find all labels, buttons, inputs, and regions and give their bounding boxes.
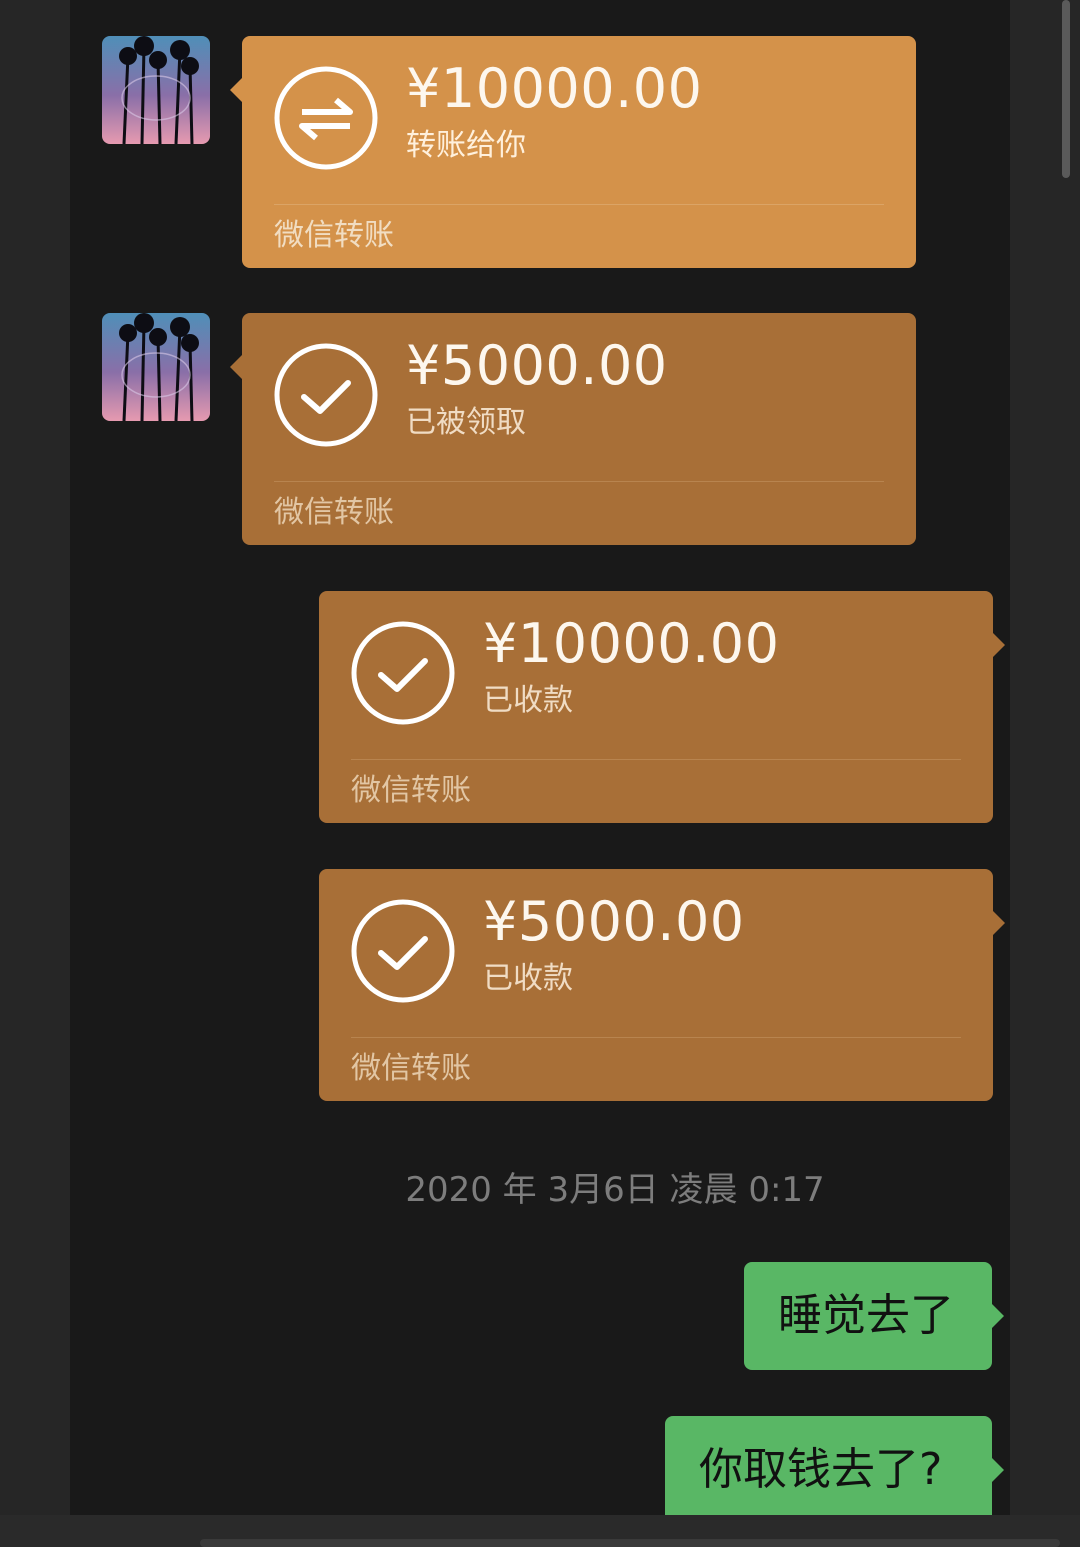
- transfer-card-outgoing[interactable]: ¥10000.00 已收款 微信转账: [319, 591, 1005, 823]
- transfer-status: 转账给你: [406, 128, 526, 163]
- message-text: 睡觉去了: [778, 1290, 954, 1341]
- bubble-tail: [230, 78, 242, 102]
- check-circle-icon: [351, 899, 455, 1003]
- avatar-image: [102, 313, 210, 421]
- bubble-tail: [230, 355, 242, 379]
- avatar-image: [102, 36, 210, 144]
- bottom-bar: [0, 1515, 1080, 1547]
- transfer-card-incoming[interactable]: ¥10000.00 转账给你 微信转账: [230, 36, 916, 268]
- check-circle-icon: [274, 343, 378, 447]
- transfer-amount: ¥5000.00: [406, 334, 668, 397]
- bubble-tail: [993, 911, 1005, 935]
- contact-avatar[interactable]: [102, 36, 210, 144]
- transfer-status: 已收款: [483, 961, 573, 996]
- bubble-tail: [992, 1458, 1004, 1482]
- transfer-card-incoming[interactable]: ¥5000.00 已被领取 微信转账: [230, 313, 916, 545]
- divider: [351, 759, 961, 760]
- transfer-footer: 微信转账: [351, 773, 471, 808]
- contact-avatar[interactable]: [102, 313, 210, 421]
- transfer-status: 已被领取: [406, 405, 526, 440]
- transfer-card-outgoing[interactable]: ¥5000.00 已收款 微信转账: [319, 869, 1005, 1101]
- message-timestamp: 2020 年 3月6日 凌晨 0:17: [405, 1170, 825, 1210]
- home-indicator: [200, 1539, 1060, 1547]
- bubble-tail: [992, 1304, 1004, 1328]
- divider: [351, 1037, 961, 1038]
- transfer-amount: ¥5000.00: [483, 890, 745, 953]
- transfer-amount: ¥10000.00: [483, 612, 780, 675]
- text-message-outgoing[interactable]: 睡觉去了: [744, 1262, 1004, 1370]
- transfer-status: 已收款: [483, 683, 573, 718]
- transfer-footer: 微信转账: [274, 218, 394, 253]
- scrollbar[interactable]: [1062, 0, 1070, 178]
- transfer-amount: ¥10000.00: [406, 57, 703, 120]
- divider: [274, 481, 884, 482]
- check-circle-icon: [351, 621, 455, 725]
- transfer-footer: 微信转账: [351, 1051, 471, 1086]
- text-message-outgoing[interactable]: 你取钱去了?: [665, 1416, 1004, 1524]
- transfer-arrows-icon: [274, 66, 378, 170]
- bubble-tail: [993, 633, 1005, 657]
- message-text: 你取钱去了?: [699, 1444, 943, 1495]
- divider: [274, 204, 884, 205]
- transfer-footer: 微信转账: [274, 495, 394, 530]
